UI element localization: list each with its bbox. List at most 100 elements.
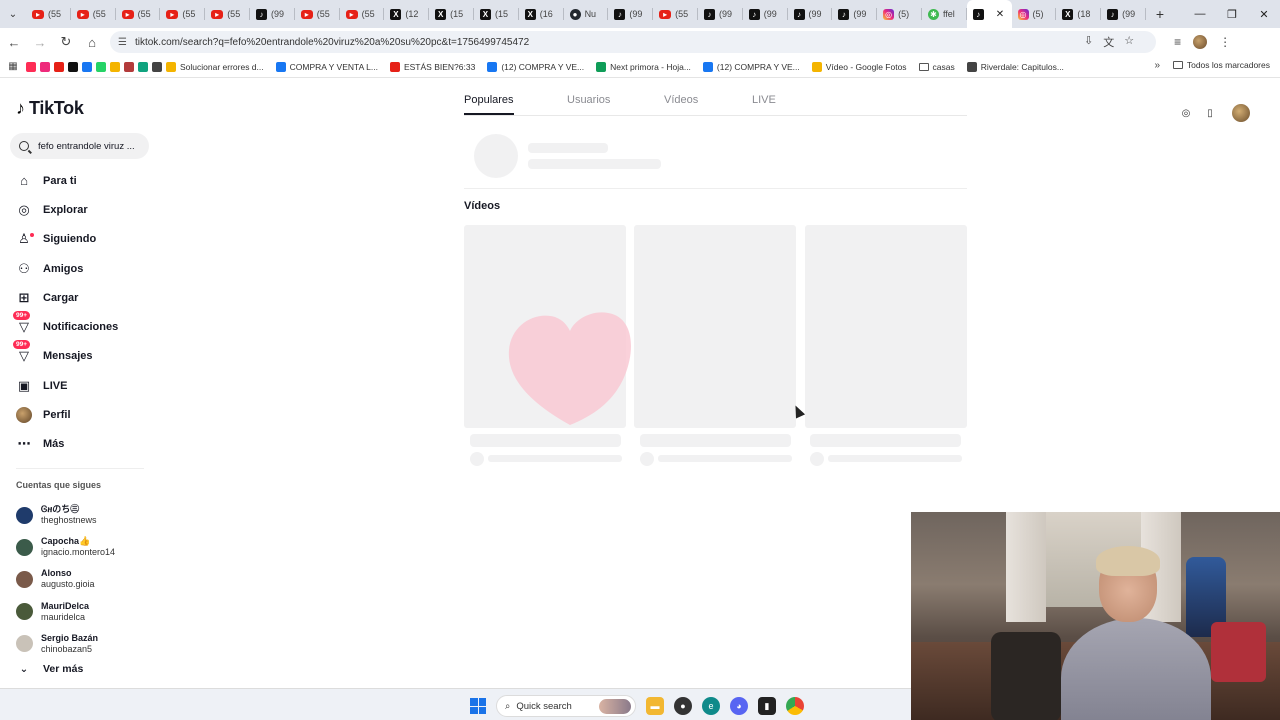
following-account[interactable]: Alonso augusto.gioia — [16, 563, 115, 595]
tab-search-icon[interactable]: ⌄ — [0, 0, 26, 28]
edge-icon[interactable]: e — [702, 697, 720, 715]
tab-videos[interactable]: Vídeos — [664, 94, 698, 106]
browser-tab[interactable]: ♪ (99 — [698, 0, 743, 28]
sidebar-item-más[interactable]: ⋯ Más — [16, 430, 118, 459]
close-window-icon[interactable]: ✕ — [1248, 0, 1280, 28]
browser-tab[interactable]: ▸ (55 — [116, 0, 161, 28]
forward-icon[interactable]: → — [28, 30, 52, 54]
home-icon[interactable]: ⌂ — [80, 30, 104, 54]
browser-tab[interactable]: X (15 — [474, 0, 519, 28]
sidebar-item-amigos[interactable]: ⚇ Amigos — [16, 254, 118, 283]
minimize-icon[interactable]: — — [1184, 0, 1216, 28]
profile-avatar[interactable] — [1232, 104, 1250, 122]
browser-tab[interactable]: ♪ (99 — [1101, 0, 1146, 28]
following-account[interactable]: MauriDelca mauridelca — [16, 596, 115, 628]
bookmark-item[interactable]: ESTÁS BIEN?6:33 — [389, 61, 475, 72]
file-explorer-icon[interactable]: ▬ — [646, 697, 664, 715]
bookmark-item[interactable] — [54, 61, 64, 72]
browser-tab[interactable]: ✱ ffel — [922, 0, 967, 28]
obs-icon[interactable]: ● — [674, 697, 692, 715]
tab-populares[interactable]: Populares — [464, 94, 514, 106]
bookmark-item[interactable]: Riverdale: Capitulos... — [966, 61, 1064, 72]
bookmark-item[interactable] — [26, 61, 36, 72]
bookmark-star-icon[interactable]: ☆ — [1124, 34, 1134, 50]
apps-grid-icon[interactable]: ▦ — [0, 61, 26, 72]
address-bar[interactable]: ☰ tiktok.com/search?q=fefo%20entrandole%… — [110, 31, 1156, 53]
profile-avatar[interactable] — [1193, 35, 1208, 49]
tab-usuarios[interactable]: Usuarios — [567, 94, 610, 106]
browser-tab[interactable]: ▸ (55 — [71, 0, 116, 28]
mobile-icon[interactable]: ▯ — [1204, 107, 1216, 119]
tiktok-logo[interactable]: ♪ TikTok — [16, 98, 84, 119]
browser-tab[interactable]: ▸ (55 — [26, 0, 71, 28]
bookmark-item[interactable]: COMPRA Y VENTA L... — [275, 61, 378, 72]
search-input[interactable] — [38, 140, 138, 152]
browser-tab[interactable]: ♪ (99 — [608, 0, 653, 28]
chrome-icon[interactable] — [786, 697, 804, 715]
bookmark-item[interactable]: (12) COMPRA Y VE... — [487, 61, 584, 72]
browser-tab[interactable]: ▸ (55 — [295, 0, 340, 28]
sidebar-item-siguiendo[interactable]: ♙ Siguiendo — [16, 225, 118, 254]
sidebar-item-mensajes[interactable]: ▽ 99+ Mensajes — [13, 340, 118, 371]
browser-tab[interactable]: X (16 — [519, 0, 564, 28]
browser-tab[interactable]: X (15 — [429, 0, 474, 28]
translate-icon[interactable]: 文 — [1103, 34, 1114, 50]
video-skeleton-card — [805, 225, 967, 428]
following-account[interactable]: Sergio Bazán chinobazan5 — [16, 628, 115, 660]
following-account[interactable]: Ꮆዘのち㊂ theghostnews — [16, 499, 115, 531]
all-bookmarks[interactable]: Todos los marcadores — [1172, 60, 1270, 70]
search-box[interactable] — [10, 133, 149, 159]
more-bookmarks-icon[interactable]: » — [1154, 60, 1160, 71]
reload-icon[interactable]: ↻ — [54, 30, 78, 54]
menu-icon[interactable]: ⋮ — [1219, 35, 1231, 49]
browser-tab[interactable]: X (18 — [1056, 0, 1101, 28]
bookmark-item[interactable] — [124, 61, 134, 72]
back-icon[interactable]: ← — [2, 30, 26, 54]
browser-tab[interactable]: ▸ (55 — [340, 0, 385, 28]
browser-tab[interactable]: ▸ (55 — [160, 0, 205, 28]
browser-tab[interactable]: ◎ (5) — [1012, 0, 1057, 28]
browser-tab[interactable]: ◎ (5) — [877, 0, 922, 28]
site-info-icon[interactable]: ☰ — [118, 37, 127, 48]
bookmark-item[interactable]: Solucionar errores d... — [166, 61, 264, 72]
bookmark-item[interactable]: Next primora - Hoja... — [596, 61, 691, 72]
sidebar-item-explorar[interactable]: ◎ Explorar — [16, 195, 118, 224]
discord-icon[interactable]: ◕ — [730, 697, 748, 715]
following-account[interactable]: Capocha👍 ignacio.montero14 — [16, 531, 115, 563]
bookmark-item[interactable] — [82, 61, 92, 72]
browser-tab[interactable]: ● Nu — [564, 0, 609, 28]
stats-app-icon[interactable]: ▮ — [758, 697, 776, 715]
quick-search[interactable]: ⌕ Quick search — [496, 695, 636, 717]
tab-live[interactable]: LIVE — [752, 94, 776, 106]
restore-icon[interactable]: ❐ — [1216, 0, 1248, 28]
sidebar-item-para-ti[interactable]: ⌂ Para ti — [16, 166, 118, 195]
bookmark-item[interactable]: (12) COMPRA Y VE... — [702, 61, 800, 72]
sidebar-item-notificaciones[interactable]: ▽ 99+ Notificaciones — [13, 311, 118, 341]
bookmark-item[interactable] — [96, 61, 106, 72]
browser-tab[interactable]: ▸ (55 — [653, 0, 698, 28]
browser-tab[interactable]: ♪ (99 — [743, 0, 788, 28]
bookmark-item[interactable] — [138, 61, 148, 72]
bookmark-item[interactable] — [40, 61, 50, 72]
install-icon[interactable]: ⇩ — [1084, 34, 1093, 50]
tab-search-icon[interactable]: ≡ — [1174, 35, 1181, 49]
sidebar-item-cargar[interactable]: ⊞ Cargar — [16, 283, 118, 312]
new-tab-button[interactable]: + — [1146, 6, 1174, 22]
browser-tab[interactable]: ♪ ✕ — [966, 0, 1012, 28]
browser-tab[interactable]: ♪ (99 — [832, 0, 877, 28]
see-more-button[interactable]: ⌄ Ver más — [16, 663, 84, 675]
bookmark-item[interactable]: casas — [918, 62, 955, 72]
browser-tab[interactable]: ♪ (99 — [788, 0, 833, 28]
windows-start-icon[interactable] — [470, 698, 486, 714]
coin-icon[interactable]: ◎ — [1180, 107, 1192, 119]
close-tab-icon[interactable]: ✕ — [996, 9, 1004, 20]
bookmark-item[interactable]: Vídeo - Google Fotos — [811, 61, 907, 72]
bookmark-item[interactable] — [152, 61, 162, 72]
bookmark-item[interactable] — [68, 61, 78, 72]
sidebar-item-live[interactable]: ▣ LIVE — [16, 371, 118, 400]
bookmark-item[interactable] — [110, 61, 120, 72]
browser-tab[interactable]: ▸ (55 — [205, 0, 250, 28]
sidebar-item-perfil[interactable]: Perfil — [16, 400, 118, 429]
browser-tab[interactable]: ♪ (99 — [250, 0, 295, 28]
browser-tab[interactable]: X (12 — [384, 0, 429, 28]
